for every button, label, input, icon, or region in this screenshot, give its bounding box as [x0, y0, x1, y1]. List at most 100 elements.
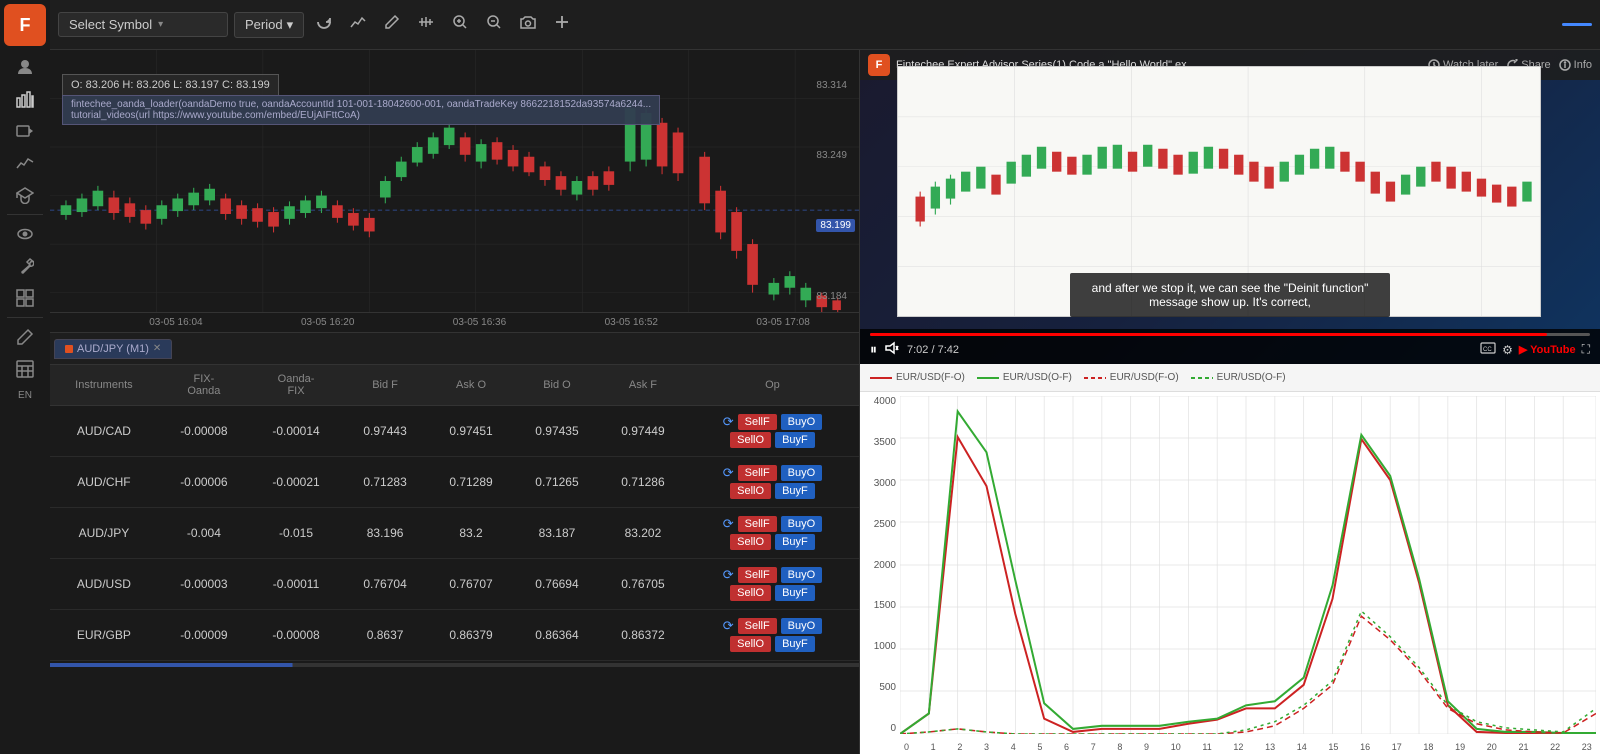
video-container[interactable]: F Fintechee Expert Advisor Series(1) Cod…	[860, 50, 1600, 364]
cell-bid-o: 0.76694	[514, 559, 600, 610]
legend-bar: EUR/USD(F-O) EUR/USD(O-F) EUR/USD(F-O) E…	[860, 364, 1600, 392]
youtube-logo: ▶ YouTube	[1519, 343, 1576, 356]
video-panel: F Fintechee Expert Advisor Series(1) Cod…	[860, 50, 1600, 364]
video-logo: F	[868, 54, 890, 76]
buy-f-button[interactable]: BuyF	[775, 585, 815, 601]
table-row: EUR/GBP -0.00009 -0.00008 0.8637 0.86379…	[50, 610, 859, 661]
cell-fix-oanda: -0.00009	[158, 610, 250, 661]
indicators-button[interactable]	[412, 10, 440, 39]
sidebar-item-grid[interactable]	[7, 283, 43, 313]
video-controls[interactable]: ⏸ 7:02 / 7:42	[860, 329, 1600, 364]
sell-f-button[interactable]: SellF	[738, 567, 777, 583]
cell-op: ⟳ SellF BuyO SellO BuyF	[686, 457, 859, 508]
sidebar-item-table[interactable]	[7, 354, 43, 384]
sidebar-item-chart[interactable]	[7, 84, 43, 114]
sidebar-item-learn[interactable]	[7, 180, 43, 210]
col-instruments: Instruments	[50, 365, 158, 406]
sell-f-button[interactable]: SellF	[738, 465, 777, 481]
toolbar: Select Symbol ▾ Period ▾	[50, 0, 1600, 50]
symbol-select-text: Select Symbol	[69, 17, 152, 32]
cell-bid-f: 83.196	[342, 508, 428, 559]
cell-instrument: AUD/CHF	[50, 457, 158, 508]
cell-ask-f: 0.71286	[600, 457, 686, 508]
bottom-chart-x-axis: 0 1 2 3 4 5 6 7 8 9 10 11 12 13 14 15 16	[900, 742, 1596, 752]
cell-ask-f: 0.97449	[600, 406, 686, 457]
cell-bid-o: 0.71265	[514, 457, 600, 508]
scroll-indicator	[50, 663, 859, 667]
sell-o-button[interactable]: SellO	[730, 636, 771, 652]
video-progress-bar[interactable]	[870, 333, 1590, 336]
video-subtitle: and after we stop it, we can see the "De…	[1070, 273, 1390, 317]
bottom-chart-panel: EUR/USD(F-O) EUR/USD(O-F) EUR/USD(F-O) E…	[860, 364, 1600, 754]
col-ask-o: Ask O	[428, 365, 514, 406]
sell-o-button[interactable]: SellO	[730, 432, 771, 448]
video-controls-row: ⏸ 7:02 / 7:42	[870, 341, 1590, 358]
app-logo[interactable]: F	[4, 4, 46, 46]
line-chart-button[interactable]	[344, 10, 372, 39]
chart-area[interactable]: O: 83.206 H: 83.206 L: 83.197 C: 83.199 …	[50, 50, 859, 312]
sidebar-lang-label[interactable]: EN	[16, 386, 34, 405]
price-axis: 83.314 83.249 83.199 83.184	[816, 50, 855, 312]
buy-o-button[interactable]: BuyO	[781, 567, 823, 583]
buy-f-button[interactable]: BuyF	[775, 483, 815, 499]
sell-f-button[interactable]: SellF	[738, 414, 777, 430]
sell-o-button[interactable]: SellO	[730, 585, 771, 601]
symbol-select[interactable]: Select Symbol ▾	[58, 12, 228, 37]
col-op: Op	[686, 365, 859, 406]
sidebar-item-video[interactable]	[7, 116, 43, 146]
buy-o-button[interactable]: BuyO	[781, 414, 823, 430]
bottom-chart-svg	[900, 396, 1596, 734]
sidebar-item-eye[interactable]	[7, 219, 43, 249]
current-price-label: 83.199	[816, 219, 855, 232]
chart-tab-audjpy[interactable]: AUD/JPY (M1) ✕	[54, 339, 172, 359]
table-row: AUD/USD -0.00003 -0.00011 0.76704 0.7670…	[50, 559, 859, 610]
info-button[interactable]: Info	[1559, 59, 1592, 71]
sidebar-item-line-chart[interactable]	[7, 148, 43, 178]
cell-bid-f: 0.97443	[342, 406, 428, 457]
video-settings-button[interactable]: ⚙	[1502, 343, 1513, 357]
sidebar-item-pencil[interactable]	[7, 322, 43, 352]
video-cc-button[interactable]: CC	[1480, 342, 1496, 357]
video-fullscreen-button[interactable]: ⛶	[1582, 342, 1590, 357]
zoom-out-button[interactable]	[480, 10, 508, 39]
cell-bid-o: 83.187	[514, 508, 600, 559]
buy-f-button[interactable]: BuyF	[775, 432, 815, 448]
buy-o-button[interactable]: BuyO	[781, 465, 823, 481]
zoom-in-button[interactable]	[446, 10, 474, 39]
period-button[interactable]: Period ▾	[234, 12, 304, 38]
cell-bid-o: 0.86364	[514, 610, 600, 661]
cell-fix-oanda: -0.004	[158, 508, 250, 559]
col-ask-f: Ask F	[600, 365, 686, 406]
cell-fix-oanda: -0.00003	[158, 559, 250, 610]
svg-text:CC: CC	[1483, 347, 1492, 353]
main-content: Select Symbol ▾ Period ▾	[50, 0, 1600, 754]
video-current-time: 7:02 / 7:42	[907, 344, 959, 356]
video-mute-button[interactable]	[885, 341, 899, 358]
table-row: AUD/CHF -0.00006 -0.00021 0.71283 0.7128…	[50, 457, 859, 508]
cell-op: ⟳ SellF BuyO SellO BuyF	[686, 610, 859, 661]
chart-tab-close[interactable]: ✕	[153, 343, 161, 354]
buy-o-button[interactable]: BuyO	[781, 516, 823, 532]
refresh-button[interactable]	[310, 10, 338, 39]
legend-eurusd-fo-solid: EUR/USD(F-O)	[870, 372, 965, 383]
sidebar-item-tools[interactable]	[7, 251, 43, 281]
sell-o-button[interactable]: SellO	[730, 483, 771, 499]
cell-ask-o: 0.71289	[428, 457, 514, 508]
cell-bid-f: 0.76704	[342, 559, 428, 610]
video-background: F Fintechee Expert Advisor Series(1) Cod…	[860, 50, 1600, 364]
video-pause-button[interactable]: ⏸	[870, 341, 877, 358]
cell-bid-f: 0.8637	[342, 610, 428, 661]
buy-f-button[interactable]: BuyF	[775, 534, 815, 550]
buy-o-button[interactable]: BuyO	[781, 618, 823, 634]
buy-f-button[interactable]: BuyF	[775, 636, 815, 652]
legend-line-dashed-red	[1084, 377, 1106, 379]
chart-ohlc-tooltip: O: 83.206 H: 83.206 L: 83.197 C: 83.199	[62, 74, 279, 96]
sell-f-button[interactable]: SellF	[738, 618, 777, 634]
draw-button[interactable]	[378, 10, 406, 39]
sidebar-item-person[interactable]	[7, 52, 43, 82]
sell-f-button[interactable]: SellF	[738, 516, 777, 532]
chart-tab-icon	[65, 345, 73, 353]
sell-o-button[interactable]: SellO	[730, 534, 771, 550]
camera-button[interactable]	[514, 10, 542, 39]
add-button[interactable]	[548, 10, 576, 39]
